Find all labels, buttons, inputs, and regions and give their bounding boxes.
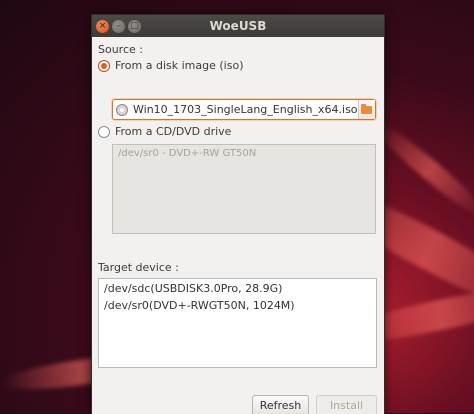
maximize-icon[interactable]: □ xyxy=(128,19,141,33)
refresh-button[interactable]: Refresh xyxy=(252,395,309,414)
from-drive-radio[interactable] xyxy=(98,125,110,138)
target-device-item[interactable]: /dev/sr0(DVD+-RWGT50N, 1024M) xyxy=(99,296,376,313)
title-bar[interactable]: × – □ WoeUSB xyxy=(92,15,384,37)
from-drive-option[interactable]: From a CD/DVD drive xyxy=(98,125,231,138)
window-controls: × – □ xyxy=(96,19,141,33)
woeusb-window: × – □ WoeUSB Source : From a disk image … xyxy=(91,14,385,414)
folder-icon xyxy=(361,103,373,114)
target-device-list[interactable]: /dev/sdc(USBDISK3.0Pro, 28.9G) /dev/sr0(… xyxy=(98,278,377,368)
iso-file-name: Win10_1703_SingleLang_English_x64.iso xyxy=(133,103,358,116)
install-button[interactable]: Install xyxy=(316,395,377,414)
minimize-icon[interactable]: – xyxy=(112,19,125,33)
drive-list-item[interactable]: /dev/sr0 - DVD+-RW GT50N xyxy=(113,145,375,162)
from-image-option[interactable]: From a disk image (iso) xyxy=(98,59,243,72)
target-device-item[interactable]: /dev/sdc(USBDISK3.0Pro, 28.9G) xyxy=(99,279,376,296)
iso-file-chooser[interactable]: Win10_1703_SingleLang_English_x64.iso xyxy=(112,99,376,120)
from-image-label: From a disk image (iso) xyxy=(115,59,244,72)
browse-folder-button[interactable] xyxy=(357,100,375,119)
drive-list[interactable]: /dev/sr0 - DVD+-RW GT50N xyxy=(112,144,376,234)
target-device-label: Target device : xyxy=(98,261,179,274)
disc-icon xyxy=(116,103,128,116)
from-drive-label: From a CD/DVD drive xyxy=(115,125,232,138)
close-icon[interactable]: × xyxy=(96,19,109,33)
from-image-radio[interactable] xyxy=(98,59,110,72)
source-label: Source : xyxy=(98,43,143,56)
